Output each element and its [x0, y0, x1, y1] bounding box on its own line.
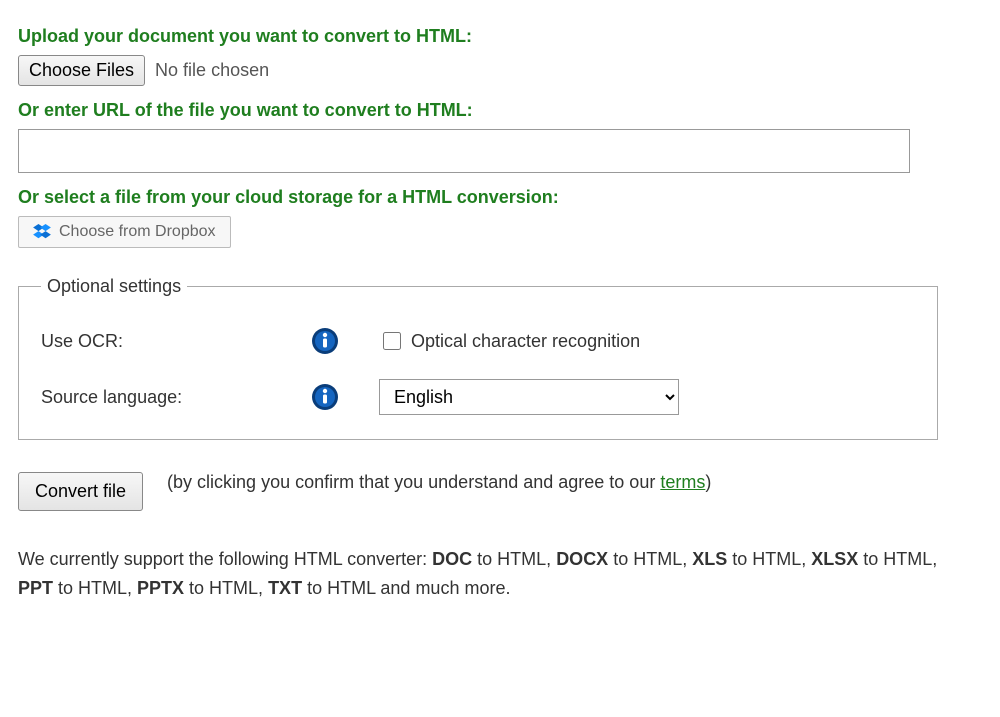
- format-txt: TXT: [268, 578, 302, 598]
- format-doc: DOC: [432, 549, 472, 569]
- format-xls: XLS: [692, 549, 727, 569]
- format-pptx: PPTX: [137, 578, 184, 598]
- cloud-heading: Or select a file from your cloud storage…: [18, 187, 982, 208]
- choose-from-dropbox-button[interactable]: Choose from Dropbox: [18, 216, 231, 248]
- language-row: Source language: English: [41, 379, 915, 415]
- dropbox-button-label: Choose from Dropbox: [59, 223, 216, 241]
- dropbox-icon: [33, 224, 51, 240]
- optional-settings-fieldset: Optional settings Use OCR: Optical chara…: [18, 276, 938, 440]
- ocr-row: Use OCR: Optical character recognition: [41, 327, 915, 355]
- convert-note-prefix: (by clicking you confirm that you unders…: [167, 472, 660, 492]
- upload-heading: Upload your document you want to convert…: [18, 26, 982, 47]
- choose-files-button[interactable]: Choose Files: [18, 55, 145, 86]
- url-heading: Or enter URL of the file you want to con…: [18, 100, 982, 121]
- ocr-checkbox[interactable]: [383, 332, 401, 350]
- supported-formats-text: We currently support the following HTML …: [18, 545, 958, 603]
- format-docx: DOCX: [556, 549, 608, 569]
- convert-note-suffix: ): [705, 472, 711, 492]
- language-label: Source language:: [41, 387, 311, 408]
- file-chooser-row: Choose Files No file chosen: [18, 55, 982, 86]
- source-language-select[interactable]: English: [379, 379, 679, 415]
- ocr-label: Use OCR:: [41, 331, 311, 352]
- support-prefix: We currently support the following HTML …: [18, 549, 432, 569]
- format-xlsx: XLSX: [811, 549, 858, 569]
- ocr-description: Optical character recognition: [411, 331, 640, 352]
- convert-row: Convert file (by clicking you confirm th…: [18, 468, 982, 511]
- url-input[interactable]: [18, 129, 910, 173]
- format-ppt: PPT: [18, 578, 53, 598]
- convert-file-button[interactable]: Convert file: [18, 472, 143, 511]
- convert-note: (by clicking you confirm that you unders…: [167, 468, 711, 497]
- info-icon[interactable]: [311, 327, 339, 355]
- optional-settings-legend: Optional settings: [41, 276, 187, 297]
- no-file-chosen-label: No file chosen: [155, 60, 269, 81]
- terms-link[interactable]: terms: [660, 472, 705, 492]
- info-icon[interactable]: [311, 383, 339, 411]
